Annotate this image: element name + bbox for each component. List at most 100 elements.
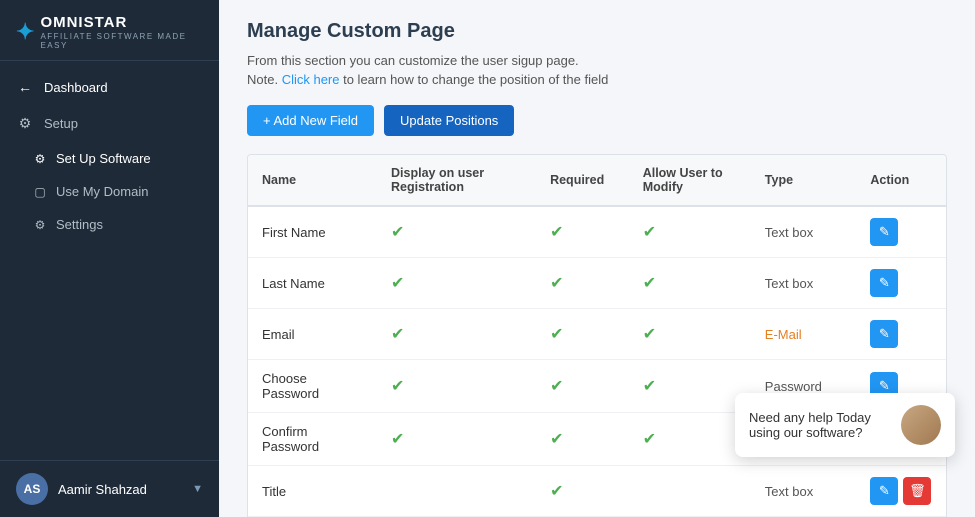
- table-header-row: Name Display on user Registration Requir…: [248, 155, 946, 206]
- cell-required: ✔: [536, 413, 629, 466]
- cell-required: ✔: [536, 309, 629, 360]
- set-up-software-icon: ⚙: [32, 152, 48, 166]
- delete-button[interactable]: 🗑: [903, 477, 931, 505]
- page-note: Note. Click here to learn how to change …: [247, 72, 947, 87]
- cell-required: ✔: [536, 466, 629, 517]
- sidebar-item-label-setup: Setup: [44, 116, 78, 131]
- table-row: Email ✔ ✔ ✔ E-Mail ✎: [248, 309, 946, 360]
- check-icon: ✔: [643, 378, 656, 395]
- cell-modify: ✔: [629, 413, 751, 466]
- sidebar-sub-label-set-up-software: Set Up Software: [56, 151, 151, 166]
- cell-required: ✔: [536, 206, 629, 258]
- table-row: Title ✔ Text box ✎ 🗑: [248, 466, 946, 517]
- col-header-name: Name: [248, 155, 377, 206]
- col-header-modify: Allow User to Modify: [629, 155, 751, 206]
- check-icon: ✔: [550, 431, 563, 448]
- col-header-required: Required: [536, 155, 629, 206]
- check-icon: ✔: [550, 326, 563, 343]
- sidebar-item-set-up-software[interactable]: ⚙ Set Up Software: [0, 142, 219, 175]
- update-positions-button[interactable]: Update Positions: [384, 105, 514, 136]
- add-new-field-button[interactable]: + Add New Field: [247, 105, 374, 136]
- cell-display: ✔: [377, 206, 536, 258]
- check-icon: ✔: [643, 275, 656, 292]
- check-icon: ✔: [550, 224, 563, 241]
- sidebar-item-dashboard[interactable]: ← Dashboard: [0, 69, 219, 105]
- page-description: From this section you can customize the …: [247, 53, 947, 68]
- check-icon: ✔: [391, 431, 404, 448]
- cell-display: ✔: [377, 309, 536, 360]
- col-header-action: Action: [856, 155, 946, 206]
- user-profile[interactable]: AS Aamir Shahzad ▼: [0, 460, 219, 517]
- check-icon: ✔: [550, 483, 563, 500]
- note-prefix: Note.: [247, 72, 282, 87]
- col-header-type: Type: [751, 155, 857, 206]
- toolbar: + Add New Field Update Positions: [247, 105, 947, 136]
- cell-required: ✔: [536, 360, 629, 413]
- chevron-down-icon: ▼: [192, 483, 203, 495]
- use-my-domain-icon: ▢: [32, 185, 48, 199]
- edit-button[interactable]: ✎: [870, 320, 898, 348]
- settings-icon: ⚙: [32, 218, 48, 232]
- cell-name: Choose Password: [248, 360, 377, 413]
- check-icon: ✔: [550, 275, 563, 292]
- edit-button[interactable]: ✎: [870, 218, 898, 246]
- setup-icon: ⚙: [16, 115, 34, 132]
- cell-action: ✎: [856, 258, 946, 309]
- check-icon: ✔: [391, 326, 404, 343]
- check-icon: ✔: [643, 326, 656, 343]
- sidebar-sub-label-use-my-domain: Use My Domain: [56, 184, 148, 199]
- edit-button[interactable]: ✎: [870, 269, 898, 297]
- logo-icon: ✦: [16, 19, 34, 45]
- cell-type: Text box: [751, 206, 857, 258]
- cell-modify: ✔: [629, 309, 751, 360]
- dashboard-icon: ←: [16, 79, 34, 95]
- check-icon: ✔: [550, 378, 563, 395]
- chat-avatar: [901, 405, 941, 445]
- table-row: First Name ✔ ✔ ✔ Text box ✎: [248, 206, 946, 258]
- check-icon: ✔: [391, 275, 404, 292]
- sidebar-nav: ← Dashboard ⚙ Setup ⚙ Set Up Software ▢ …: [0, 61, 219, 460]
- check-icon: ✔: [643, 224, 656, 241]
- user-name: Aamir Shahzad: [58, 482, 147, 497]
- sidebar-item-use-my-domain[interactable]: ▢ Use My Domain: [0, 175, 219, 208]
- sidebar-item-label-dashboard: Dashboard: [44, 80, 108, 95]
- custom-fields-table: Name Display on user Registration Requir…: [247, 154, 947, 517]
- cell-action: ✎ 🗑: [856, 466, 946, 517]
- cell-modify: ✔: [629, 206, 751, 258]
- cell-name: Title: [248, 466, 377, 517]
- cell-action: ✎: [856, 309, 946, 360]
- sidebar-item-settings[interactable]: ⚙ Settings: [0, 208, 219, 241]
- cell-type: E-Mail: [751, 309, 857, 360]
- cell-type: Text box: [751, 258, 857, 309]
- chat-message: Need any help Today using our software?: [749, 410, 891, 440]
- cell-name: First Name: [248, 206, 377, 258]
- col-header-display: Display on user Registration: [377, 155, 536, 206]
- cell-modify: ✔: [629, 360, 751, 413]
- chat-bubble: Need any help Today using our software?: [735, 393, 955, 457]
- logo: ✦ OMNISTAR AFFILIATE SOFTWARE MADE EASY: [0, 0, 219, 61]
- cell-display: ✔: [377, 258, 536, 309]
- click-here-link[interactable]: Click here: [282, 72, 340, 87]
- check-icon: ✔: [391, 378, 404, 395]
- page-title: Manage Custom Page: [247, 20, 947, 43]
- cell-modify: ✔: [629, 258, 751, 309]
- table-row: Last Name ✔ ✔ ✔ Text box ✎: [248, 258, 946, 309]
- cell-name: Confirm Password: [248, 413, 377, 466]
- check-icon: ✔: [391, 224, 404, 241]
- check-icon: ✔: [643, 431, 656, 448]
- logo-subtitle: AFFILIATE SOFTWARE MADE EASY: [40, 32, 203, 50]
- sidebar-sub-label-settings: Settings: [56, 217, 103, 232]
- cell-action: ✎: [856, 206, 946, 258]
- cell-display: ✔: [377, 360, 536, 413]
- logo-title: OMNISTAR: [40, 14, 203, 31]
- cell-required: ✔: [536, 258, 629, 309]
- cell-type: Text box: [751, 466, 857, 517]
- cell-name: Last Name: [248, 258, 377, 309]
- sidebar-item-setup[interactable]: ⚙ Setup: [0, 105, 219, 142]
- edit-button[interactable]: ✎: [870, 477, 898, 505]
- note-suffix: to learn how to change the position of t…: [339, 72, 608, 87]
- cell-display: [377, 466, 536, 517]
- sidebar: ✦ OMNISTAR AFFILIATE SOFTWARE MADE EASY …: [0, 0, 219, 517]
- avatar: AS: [16, 473, 48, 505]
- cell-name: Email: [248, 309, 377, 360]
